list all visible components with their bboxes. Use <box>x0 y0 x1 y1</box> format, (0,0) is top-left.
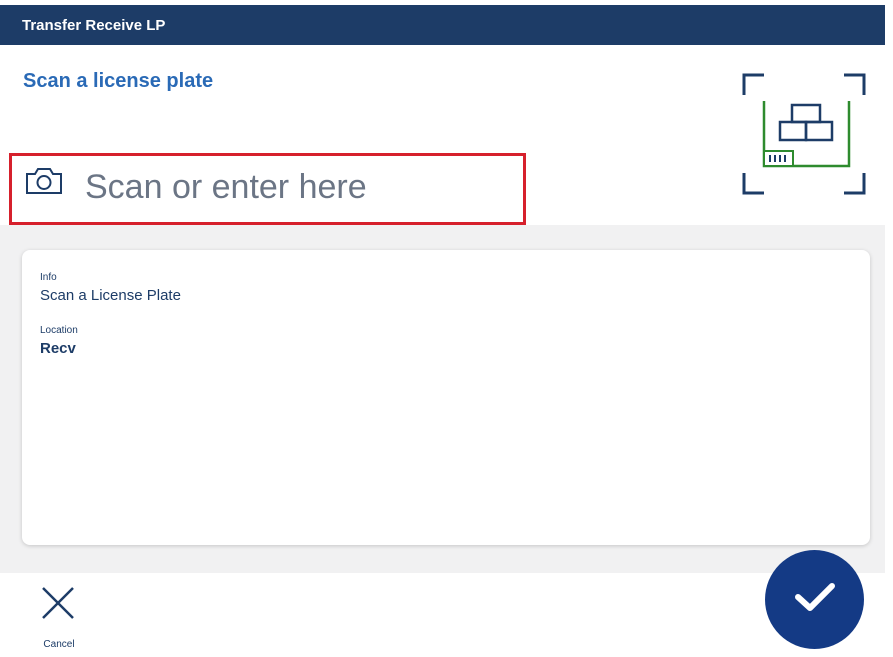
scan-prompt: Scan a license plate <box>23 70 214 92</box>
content-area: Info Scan a License Plate Location Recv <box>0 225 885 573</box>
app-screen: Transfer Receive LP Scan a license plate <box>0 0 893 657</box>
cancel-button[interactable]: Cancel <box>30 583 88 650</box>
checkmark-icon <box>793 580 837 619</box>
scan-input[interactable] <box>85 164 505 210</box>
close-icon[interactable] <box>40 585 76 626</box>
title-bar: Transfer Receive LP <box>0 5 885 45</box>
confirm-button[interactable] <box>765 550 864 649</box>
license-plate-scan-icon <box>738 69 872 204</box>
cancel-label: Cancel <box>43 639 75 650</box>
camera-icon[interactable] <box>24 166 64 201</box>
screen-edge <box>885 0 893 657</box>
info-label: Info <box>40 272 57 283</box>
scan-field[interactable] <box>9 153 526 225</box>
info-value: Scan a License Plate <box>40 287 181 304</box>
action-footer: Cancel <box>0 550 885 657</box>
scan-header: Scan a license plate <box>0 45 885 225</box>
location-value: Recv <box>40 340 76 357</box>
page-title: Transfer Receive LP <box>22 17 166 34</box>
info-card: Info Scan a License Plate Location Recv <box>22 250 870 545</box>
location-label: Location <box>40 325 78 336</box>
